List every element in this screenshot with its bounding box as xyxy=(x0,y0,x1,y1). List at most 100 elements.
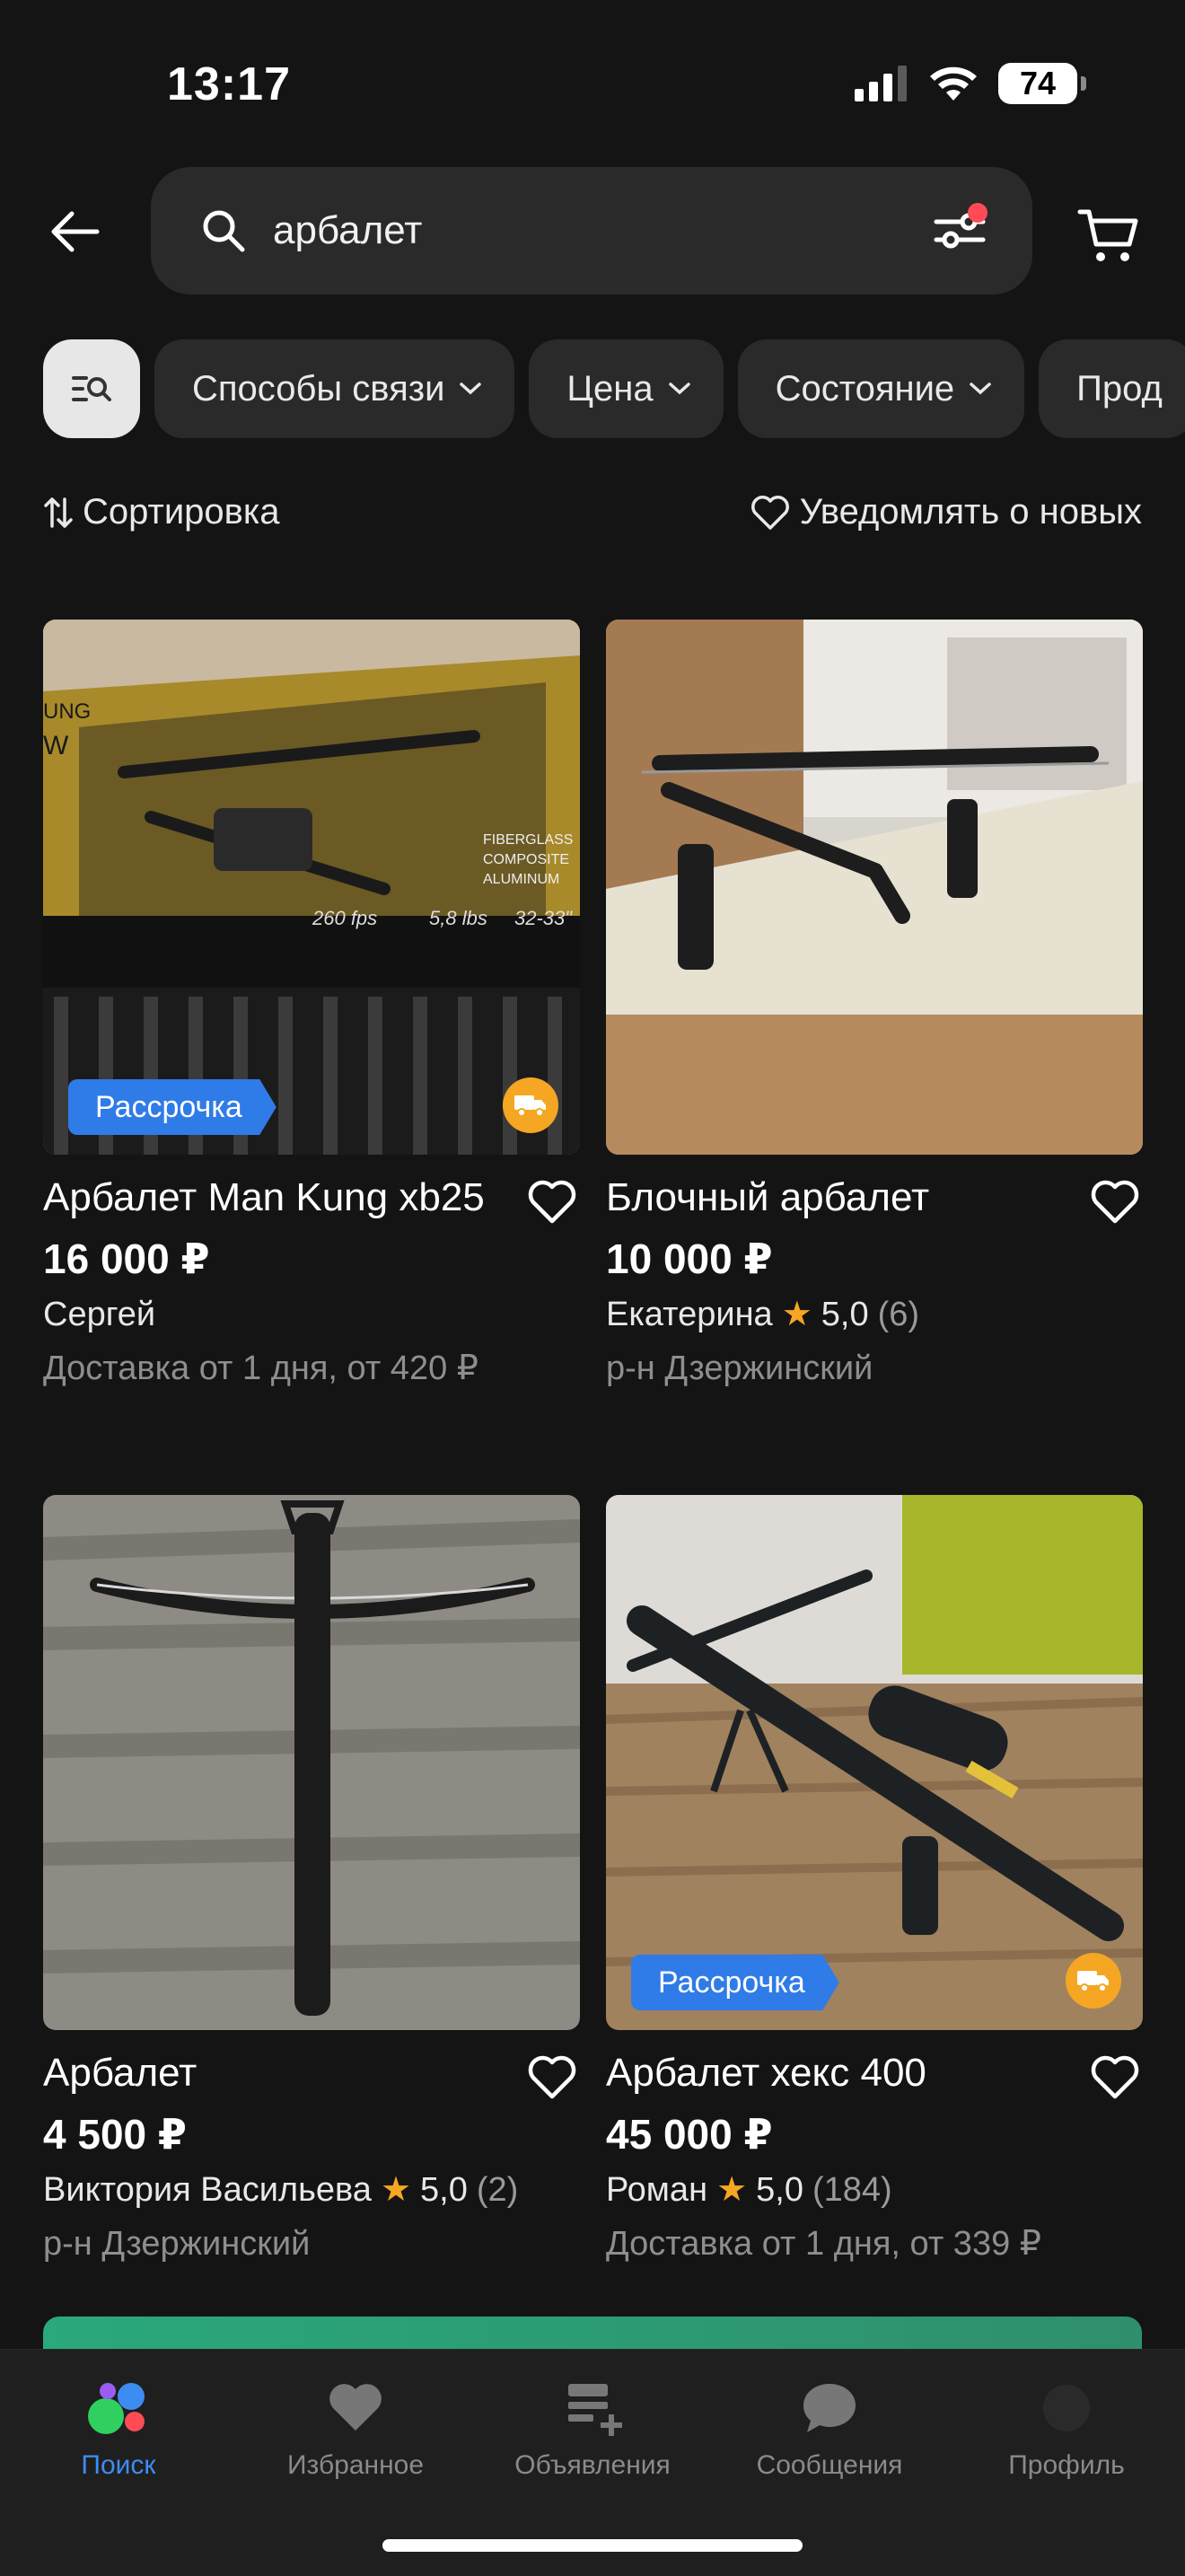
status-time: 13:17 xyxy=(167,58,291,110)
photo-text: 260 fps xyxy=(312,907,377,929)
listing-card[interactable]: Блочный арбалет 10 000 ₽ Екатерина ★ 5,0… xyxy=(606,620,1143,1395)
profile-icon xyxy=(1043,2385,1090,2431)
listing-card[interactable]: 260 fps 5,8 lbs 32-33" FIBERGLASS COMPOS… xyxy=(43,620,580,1395)
chip-condition[interactable]: Состояние xyxy=(737,339,1025,438)
listing-price: 4 500 ₽ xyxy=(43,2111,187,2158)
filter-chips: Способы связи Цена Состояние Прод xyxy=(43,339,1185,438)
favorite-heart-icon[interactable] xyxy=(524,2050,580,2106)
seller-rating: 5,0 xyxy=(756,2171,803,2209)
listing-card[interactable]: Арбалет 4 500 ₽ Виктория Васильева ★ 5,0… xyxy=(43,1495,580,2271)
cart-icon xyxy=(1077,209,1138,261)
sort-arrows-icon xyxy=(44,497,73,528)
listing-price: 45 000 ₽ xyxy=(606,2111,773,2158)
back-button[interactable] xyxy=(43,199,108,264)
review-count: (6) xyxy=(877,1296,920,1333)
seller-name: Екатерина xyxy=(606,1296,773,1333)
app-logo-icon xyxy=(88,2383,145,2434)
battery-level: 74 xyxy=(1019,65,1057,101)
home-indicator[interactable] xyxy=(382,2539,803,2552)
star-icon: ★ xyxy=(781,1296,812,1333)
sort-button[interactable]: Сортировка xyxy=(43,492,280,532)
chip-label: Состояние xyxy=(775,368,955,409)
listing-title[interactable]: Арбалет хекс 400 xyxy=(606,2046,1055,2106)
seller-rating: 5,0 xyxy=(821,1296,869,1333)
listing-photo[interactable]: 260 fps 5,8 lbs 32-33" FIBERGLASS COMPOS… xyxy=(43,620,580,1155)
search-query[interactable]: арбалет xyxy=(273,208,919,253)
filter-settings-button[interactable] xyxy=(919,190,1000,271)
listing-card[interactable]: Рассрочка Арбалет хекс 400 45 000 ₽ Рома… xyxy=(606,1495,1143,2271)
photo-text: ALUMINUM xyxy=(483,872,559,887)
heart-bell-icon xyxy=(750,495,789,530)
seller-name: Сергей xyxy=(43,1296,156,1333)
review-count: (2) xyxy=(476,2171,519,2209)
cart-button[interactable] xyxy=(1068,196,1149,277)
photo-text: 5,8 lbs xyxy=(429,907,487,929)
tab-search[interactable]: Поиск xyxy=(0,2377,237,2481)
tab-profile[interactable]: Профиль xyxy=(948,2377,1185,2481)
battery-indicator: 74 xyxy=(998,63,1086,104)
photo-text: COMPOSITE xyxy=(483,852,569,867)
seller-name: Виктория Васильева xyxy=(43,2171,372,2209)
listing-seller: Екатерина ★ 5,0 (6) xyxy=(606,1288,1143,1341)
arrow-left-icon xyxy=(51,211,100,252)
listing-price: 10 000 ₽ xyxy=(606,1235,773,1282)
listing-price: 16 000 ₽ xyxy=(43,1235,210,1282)
chevron-down-icon xyxy=(460,382,482,395)
notify-label: Уведомлять о новых xyxy=(799,492,1142,532)
listing-title[interactable]: Арбалет xyxy=(43,2046,492,2106)
installment-badge: Рассрочка xyxy=(68,1079,276,1135)
chip-label: Прод xyxy=(1076,368,1163,409)
listing-photo[interactable]: Рассрочка xyxy=(606,1495,1143,2030)
favorite-heart-icon[interactable] xyxy=(1087,1174,1143,1230)
listing-title[interactable]: Блочный арбалет xyxy=(606,1171,1055,1230)
tab-messages[interactable]: Сообщения xyxy=(711,2377,948,2481)
review-count: (184) xyxy=(812,2171,892,2209)
seller-name: Роман xyxy=(606,2171,708,2209)
tab-label: Профиль xyxy=(1008,2450,1125,2480)
chevron-down-icon xyxy=(668,382,690,395)
filter-active-dot xyxy=(968,203,988,223)
chip-contact-methods[interactable]: Способы связи xyxy=(154,339,515,438)
search-filters-button[interactable] xyxy=(43,339,140,438)
star-icon: ★ xyxy=(380,2171,412,2209)
sort-label: Сортировка xyxy=(83,492,280,532)
listing-photo[interactable] xyxy=(606,620,1143,1155)
listing-photo[interactable] xyxy=(43,1495,580,2030)
listing-seller: Сергей xyxy=(43,1288,580,1341)
photo-text: FIBERGLASS xyxy=(483,832,573,848)
add-listing-icon xyxy=(568,2384,622,2436)
list-search-icon xyxy=(72,376,111,401)
listing-delivery: Доставка от 1 дня, от 420 ₽ xyxy=(43,1350,478,1387)
delivery-truck-icon xyxy=(1066,1953,1121,2009)
wifi-icon xyxy=(930,66,977,101)
photo-text: UNG xyxy=(43,699,91,724)
tab-label: Сообщения xyxy=(756,2450,903,2480)
cellular-signal-icon xyxy=(855,66,907,101)
listing-location: р-н Дзержинский xyxy=(606,1350,873,1387)
listing-title[interactable]: Арбалет Man Kung xb25 xyxy=(43,1171,492,1230)
status-icons: 74 xyxy=(855,63,1086,104)
delivery-truck-icon xyxy=(503,1077,558,1133)
tab-listings[interactable]: Объявления xyxy=(474,2377,711,2481)
photo-text: W xyxy=(43,731,69,760)
seller-rating: 5,0 xyxy=(420,2171,468,2209)
tab-label: Объявления xyxy=(514,2450,671,2480)
notify-new-button[interactable]: Уведомлять о новых xyxy=(750,492,1142,532)
heart-icon xyxy=(329,2384,382,2431)
search-field[interactable]: арбалет xyxy=(151,167,1032,295)
chip-price[interactable]: Цена xyxy=(529,339,724,438)
tab-favorites[interactable]: Избранное xyxy=(237,2377,474,2481)
installment-badge: Рассрочка xyxy=(631,1955,839,2010)
favorite-heart-icon[interactable] xyxy=(524,1174,580,1230)
listing-seller: Роман ★ 5,0 (184) xyxy=(606,2163,1143,2217)
tab-label: Поиск xyxy=(81,2450,156,2480)
photo-text: 32-33" xyxy=(514,907,573,929)
search-icon xyxy=(203,210,245,252)
star-icon: ★ xyxy=(716,2171,748,2209)
listing-seller: Виктория Васильева ★ 5,0 (2) xyxy=(43,2163,580,2217)
listing-delivery: Доставка от 1 дня, от 339 ₽ xyxy=(606,2225,1041,2263)
favorite-heart-icon[interactable] xyxy=(1087,2050,1143,2106)
chip-label: Цена xyxy=(566,368,654,409)
chip-label: Способы связи xyxy=(192,368,445,409)
chip-seller[interactable]: Прод xyxy=(1039,339,1185,438)
